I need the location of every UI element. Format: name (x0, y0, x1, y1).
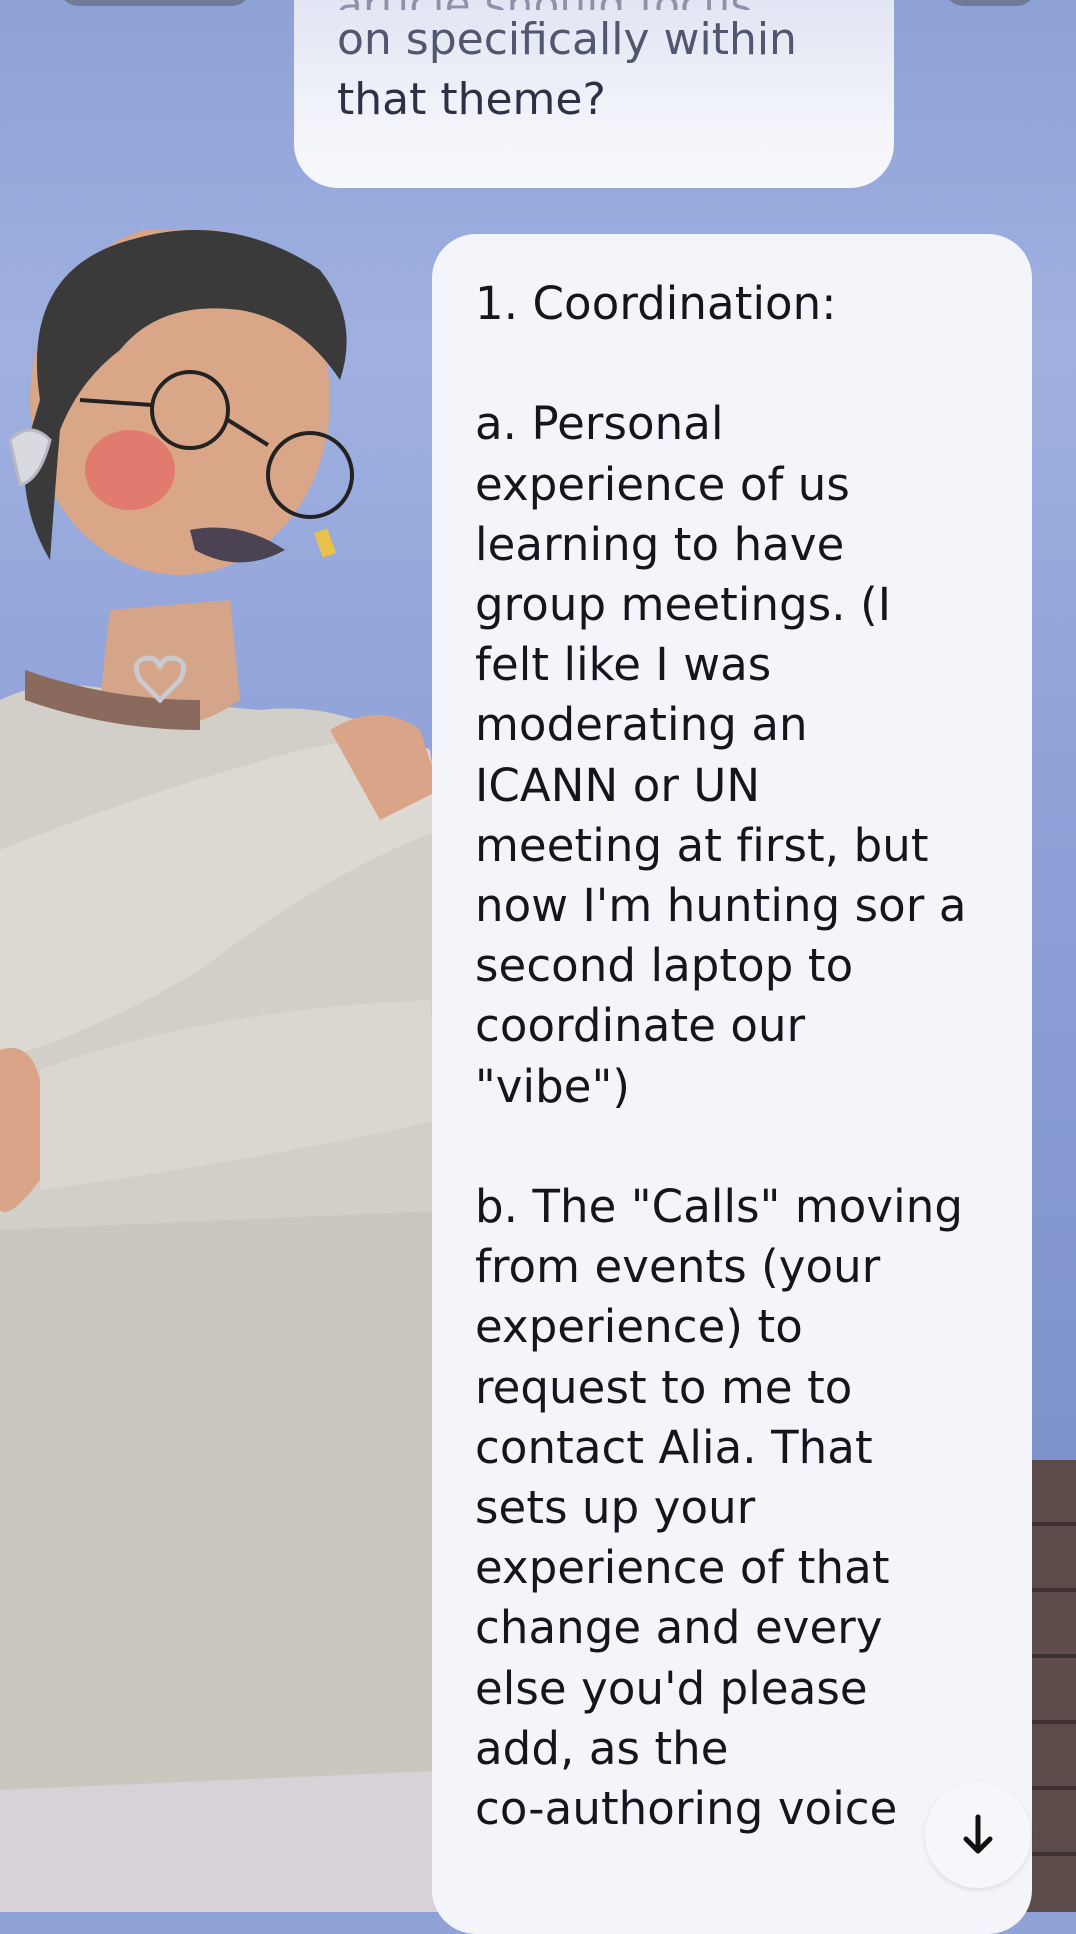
message-line: felt like I was (475, 638, 772, 692)
message-line: from events (your (475, 1240, 881, 1294)
message-line: moderating an (475, 698, 808, 752)
message-line: group meetings. (I (475, 578, 892, 631)
message-line: add, as the (475, 1721, 729, 1775)
message-line: ICANN or UN (475, 758, 761, 812)
message-line: contact Alia. That (475, 1420, 873, 1474)
arrow-down-icon (963, 1814, 993, 1854)
message-line: coordinate our (475, 999, 806, 1053)
user-message-bubble: article should focus on specifically wit… (294, 0, 894, 188)
user-message-cutoff-line: article should focus (337, 0, 854, 10)
user-message-line: on specifically within (337, 14, 797, 65)
user-message-line: that theme? (337, 74, 606, 125)
message-line: learning to have (475, 517, 845, 571)
message-line: change and every (475, 1601, 883, 1655)
message-line: sets up your (475, 1481, 756, 1535)
message-line: second laptop to (475, 939, 854, 993)
top-control-pill[interactable] (60, 0, 250, 6)
message-line: b. The "Calls" moving (475, 1180, 964, 1234)
ai-message-bubble: 1. Coordination: a. Personal experience … (432, 234, 1032, 1934)
message-line: meeting at first, but (475, 818, 929, 872)
message-line: experience) to (475, 1300, 803, 1354)
top-control-pill[interactable] (945, 0, 1035, 6)
message-line: 1. Coordination: (475, 277, 837, 330)
message-line: else you'd please (475, 1661, 868, 1715)
message-line: co-authoring voice (475, 1782, 898, 1836)
message-line: "vibe") (475, 1059, 631, 1113)
message-line: a. Personal (475, 397, 724, 451)
scroll-to-bottom-button[interactable] (925, 1782, 1031, 1888)
message-line: experience of that (475, 1541, 890, 1595)
message-line: request to me to (475, 1360, 853, 1414)
message-line: now I'm hunting sor a (475, 879, 967, 933)
message-line (475, 334, 1002, 394)
avatar-character (0, 230, 460, 1912)
message-line (475, 1117, 1002, 1177)
message-line: experience of us (475, 457, 850, 511)
